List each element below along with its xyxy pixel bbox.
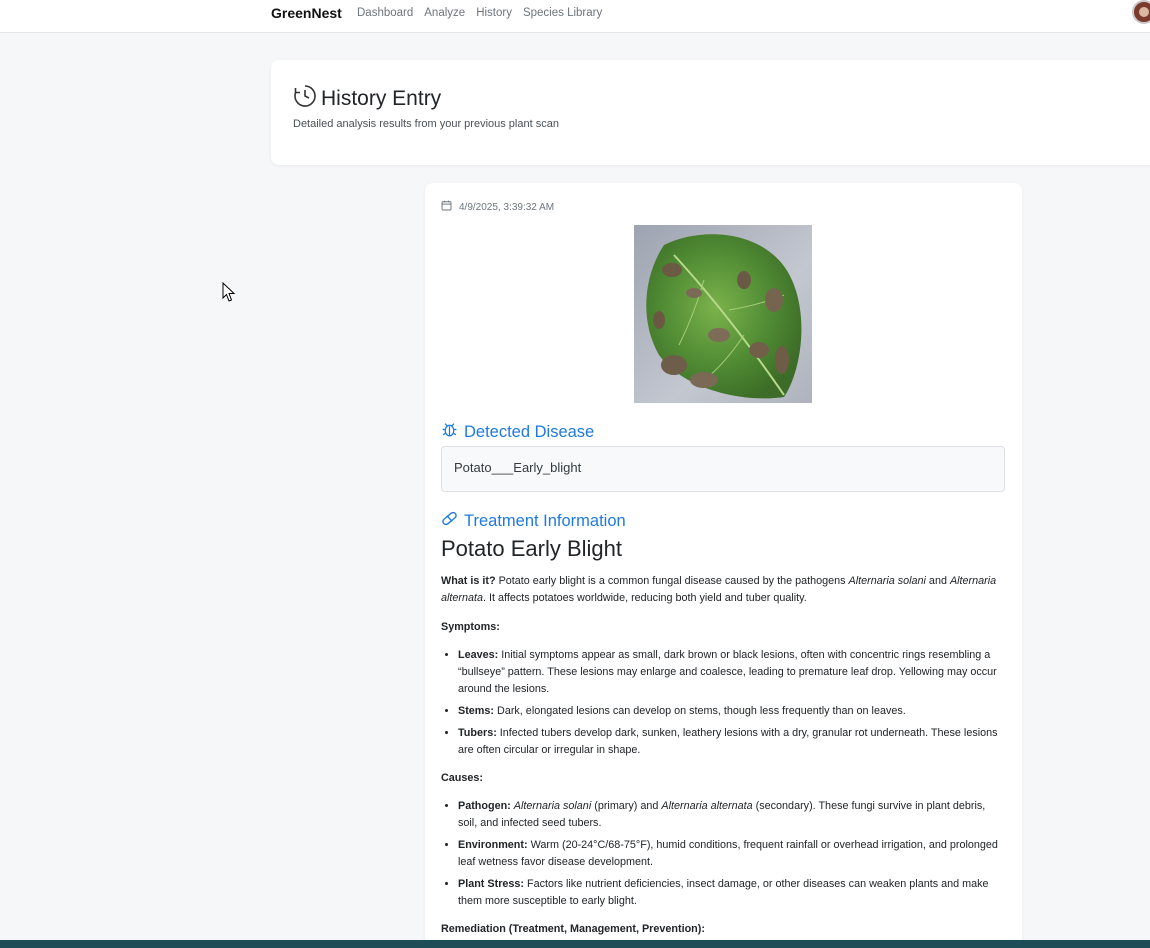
cause-text: Warm (20-24°C/68-75°F), humid conditions… xyxy=(458,839,998,868)
cause-label: Plant Stress: xyxy=(458,878,525,890)
treatment-info-heading-label: Treatment Information xyxy=(464,511,626,530)
pill-icon xyxy=(441,510,458,532)
list-item: Leaves: Initial symptoms appear as small… xyxy=(458,647,1006,698)
mouse-cursor-icon xyxy=(222,281,236,308)
detected-disease-value: Potato___Early_blight xyxy=(441,446,1005,492)
causes-heading: Causes: xyxy=(441,770,1006,787)
nav-link-dashboard[interactable]: Dashboard xyxy=(357,7,413,19)
what-is-it-paragraph: What is it? Potato early blight is a com… xyxy=(441,573,1006,607)
causes-label: Causes: xyxy=(441,772,484,784)
what-text-2: and xyxy=(925,575,950,587)
page-title-row: History Entry xyxy=(293,84,441,113)
nav-link-history[interactable]: History xyxy=(476,7,512,19)
timestamp-text: 4/9/2025, 3:39:32 AM xyxy=(459,201,555,213)
nav-link-species-library[interactable]: Species Library xyxy=(523,7,602,19)
treatment-title: Potato Early Blight xyxy=(441,536,622,561)
symptom-text: Initial symptoms appear as small, dark b… xyxy=(458,649,997,695)
list-item: Plant Stress: Factors like nutrient defi… xyxy=(458,876,1006,910)
nav-link-analyze[interactable]: Analyze xyxy=(424,7,465,19)
page-title: History Entry xyxy=(321,86,442,110)
detected-disease-heading: Detected Disease xyxy=(441,421,594,443)
what-italic-1: Alternaria solani xyxy=(848,575,926,587)
nav-links: Dashboard Analyze History Species Librar… xyxy=(357,7,602,19)
calendar-icon xyxy=(441,200,452,214)
symptom-text: Dark, elongated lesions can develop on s… xyxy=(494,705,906,717)
cause-text: (primary) and xyxy=(591,800,662,812)
header-card: History Entry Detailed analysis results … xyxy=(271,60,1150,165)
bottom-bar xyxy=(0,940,1150,948)
cause-label: Pathogen: xyxy=(458,800,511,812)
remediation-heading: Remediation (Treatment, Management, Prev… xyxy=(441,921,1006,938)
bug-icon xyxy=(441,421,458,443)
cause-label: Environment: xyxy=(458,839,528,851)
symptom-label: Leaves: xyxy=(458,649,499,661)
symptom-label: Tubers: xyxy=(458,727,497,739)
page-subtitle: Detailed analysis results from your prev… xyxy=(293,118,559,130)
detected-disease-heading-label: Detected Disease xyxy=(464,422,595,441)
symptom-text: Infected tubers develop dark, sunken, le… xyxy=(458,727,998,756)
timestamp-row: 4/9/2025, 3:39:32 AM xyxy=(441,200,554,214)
list-item: Pathogen: Alternaria solani (primary) an… xyxy=(458,798,1006,832)
treatment-content: What is it? Potato early blight is a com… xyxy=(441,573,1006,948)
list-item: Tubers: Infected tubers develop dark, su… xyxy=(458,725,1006,759)
symptoms-heading: Symptoms: xyxy=(441,619,1006,636)
symptoms-list: Leaves: Initial symptoms appear as small… xyxy=(458,647,1006,759)
remediation-label: Remediation (Treatment, Management, Prev… xyxy=(441,923,705,935)
list-item: Environment: Warm (20-24°C/68-75°F), hum… xyxy=(458,837,1006,871)
user-avatar[interactable] xyxy=(1132,0,1150,24)
what-is-it-label: What is it? xyxy=(441,575,496,587)
history-entry-card: 4/9/2025, 3:39:32 AM Detected Disease Po… xyxy=(425,183,1022,948)
causes-list: Pathogen: Alternaria solani (primary) an… xyxy=(458,798,1006,910)
cause-italic: Alternaria solani xyxy=(513,800,592,812)
brand-logo[interactable]: GreenNest xyxy=(271,5,342,21)
cause-italic: Alternaria alternata xyxy=(661,800,753,812)
leaf-image xyxy=(634,225,812,403)
symptoms-label: Symptoms: xyxy=(441,621,500,633)
treatment-info-heading: Treatment Information xyxy=(441,510,626,532)
clock-icon xyxy=(293,84,317,113)
what-text-3: . It affects potatoes worldwide, reducin… xyxy=(483,592,807,604)
what-text-1: Potato early blight is a common fungal d… xyxy=(495,575,849,587)
cause-text: Factors like nutrient deficiencies, inse… xyxy=(458,878,989,907)
list-item: Stems: Dark, elongated lesions can devel… xyxy=(458,703,1006,720)
symptom-label: Stems: xyxy=(458,705,495,717)
top-navbar: GreenNest Dashboard Analyze History Spec… xyxy=(0,0,1150,33)
